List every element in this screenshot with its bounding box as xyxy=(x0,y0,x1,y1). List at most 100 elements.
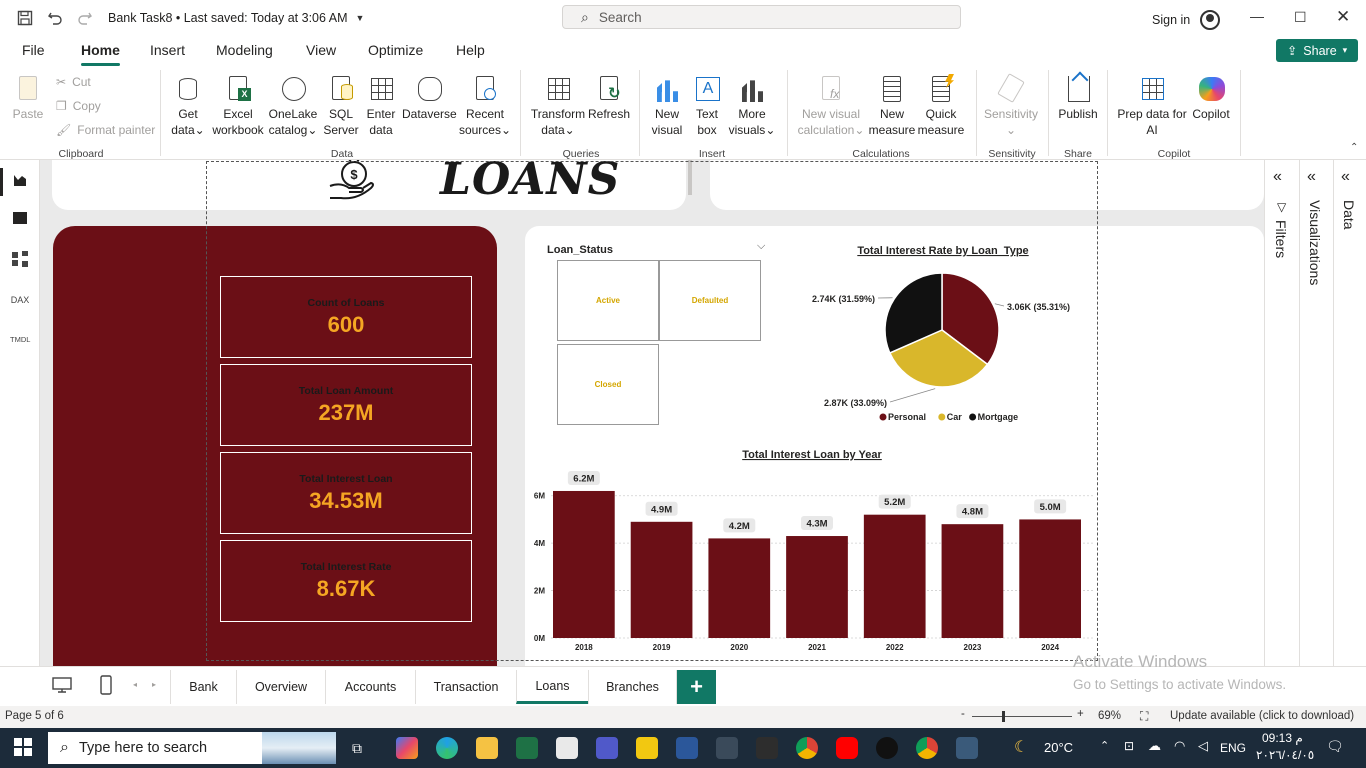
tab-insert[interactable]: Insert xyxy=(150,42,185,58)
update-available-link[interactable]: Update available (click to download) xyxy=(1170,710,1354,722)
transform-data-button[interactable]: Transform data⌄ xyxy=(530,74,586,138)
file-explorer-icon[interactable] xyxy=(476,737,498,759)
kpi-card-total-interest-loan[interactable]: Total Interest Loan 34.53M xyxy=(220,452,472,534)
scroll-right-icon[interactable]: ▸ xyxy=(152,680,156,689)
tab-modeling[interactable]: Modeling xyxy=(216,42,273,58)
new-measure-button[interactable]: New measure xyxy=(868,74,916,138)
slicer-option-active[interactable]: Active xyxy=(557,260,659,341)
pie-chart[interactable]: Total Interest Rate by Loan_Type 3.06K (3… xyxy=(795,234,1095,430)
zoom-slider-thumb[interactable] xyxy=(1002,711,1005,722)
search-box[interactable]: ⌕ Search xyxy=(562,5,961,29)
chrome-icon[interactable] xyxy=(916,737,938,759)
cut-button[interactable]: ✂ Cut xyxy=(56,75,91,89)
desktop-layout-icon[interactable] xyxy=(52,677,72,696)
tray-app-icon[interactable]: ⊡ xyxy=(1124,739,1134,753)
prep-data-ai-button[interactable]: Prep data for AI xyxy=(1114,74,1190,138)
tab-view[interactable]: View xyxy=(306,42,336,58)
slicer-option-closed[interactable]: Closed xyxy=(557,344,659,425)
tab-file[interactable]: File xyxy=(22,42,45,58)
dax-query-view-icon[interactable]: DAX xyxy=(10,290,30,310)
visualizations-pane-label[interactable]: Visualizations xyxy=(1307,200,1323,285)
new-visual-calculation-button[interactable]: fx New visual calculation⌄ xyxy=(796,74,866,138)
page-tab-branches[interactable]: Branches xyxy=(588,670,677,704)
table-view-icon[interactable] xyxy=(10,210,30,230)
app-icon[interactable] xyxy=(956,737,978,759)
mobile-layout-icon[interactable] xyxy=(100,675,112,698)
chevron-down-icon[interactable]: ⌵ xyxy=(757,240,765,253)
scroll-left-icon[interactable]: ◂ xyxy=(133,680,137,689)
page-tab-accounts[interactable]: Accounts xyxy=(325,670,415,704)
share-button[interactable]: ⇪ Share ▾ xyxy=(1276,39,1358,62)
sign-in[interactable]: Sign in xyxy=(1152,10,1221,30)
report-view-icon[interactable] xyxy=(10,172,30,192)
edge-icon[interactable] xyxy=(436,737,458,759)
clock-date[interactable]: ٢٠٢٦/٠٤/٠٥ xyxy=(1256,748,1314,762)
title-scrollbar[interactable] xyxy=(688,160,692,195)
wifi-icon[interactable]: ◠ xyxy=(1174,738,1185,754)
onelake-catalog-button[interactable]: OneLake catalog⌄ xyxy=(268,74,318,138)
zoom-out-button[interactable]: - xyxy=(961,708,965,720)
github-icon[interactable] xyxy=(876,737,898,759)
dataverse-button[interactable]: Dataverse xyxy=(402,74,457,122)
chrome-icon[interactable] xyxy=(796,737,818,759)
kpi-card-total-loan-amount[interactable]: Total Loan Amount 237M xyxy=(220,364,472,446)
app-icon[interactable] xyxy=(676,737,698,759)
get-data-button[interactable]: Get data⌄ xyxy=(166,74,210,138)
add-page-button[interactable]: + xyxy=(677,670,716,704)
model-view-icon[interactable] xyxy=(10,250,30,270)
slicer-option-defaulted[interactable]: Defaulted xyxy=(659,260,761,341)
windows-start-icon[interactable] xyxy=(14,738,32,759)
task-view-icon[interactable]: ⧉ xyxy=(352,740,362,757)
store-icon[interactable] xyxy=(556,737,578,759)
kpi-card-total-interest-rate[interactable]: Total Interest Rate 8.67K xyxy=(220,540,472,622)
page-tab-overview[interactable]: Overview xyxy=(236,670,325,704)
filters-pane-label[interactable]: Filters xyxy=(1273,220,1289,258)
tray-chevron-icon[interactable]: ⌃ xyxy=(1100,739,1109,752)
copilot-button[interactable]: Copilot xyxy=(1188,74,1234,122)
text-box-button[interactable]: A Text box xyxy=(690,74,724,138)
excel-taskbar-icon[interactable] xyxy=(516,737,538,759)
collapse-ribbon-icon[interactable]: ⌃ xyxy=(1350,142,1358,153)
zoom-in-button[interactable]: + xyxy=(1077,708,1084,720)
language-indicator[interactable]: ENG xyxy=(1220,741,1246,755)
cloud-icon[interactable]: ☁ xyxy=(1148,738,1161,754)
publish-button[interactable]: Publish xyxy=(1056,74,1100,122)
close-icon[interactable]: ✕ xyxy=(1336,7,1350,27)
redo-icon[interactable] xyxy=(72,5,98,31)
tab-home[interactable]: Home xyxy=(81,42,120,66)
data-pane-label[interactable]: Data xyxy=(1341,200,1357,230)
expand-filters-icon[interactable]: « xyxy=(1273,168,1282,186)
minimize-icon[interactable]: — xyxy=(1250,8,1264,24)
bar-chart[interactable]: Total Interest Loan by Year 0M 2M 4M 6M 6.2M 2… xyxy=(525,444,1105,654)
youtube-icon[interactable] xyxy=(836,737,858,759)
zoom-slider[interactable] xyxy=(972,716,1072,717)
new-visual-button[interactable]: New visual xyxy=(648,74,686,138)
page-tab-bank[interactable]: Bank xyxy=(170,670,236,704)
notifications-icon[interactable]: 🗨 xyxy=(1326,738,1344,755)
excel-workbook-button[interactable]: X Excel workbook xyxy=(210,74,266,138)
kpi-card-count-of-loans[interactable]: Count of Loans 600 xyxy=(220,276,472,358)
powerbi-taskbar-icon[interactable] xyxy=(636,737,658,759)
title-dropdown-icon[interactable]: ▼ xyxy=(355,13,364,23)
page-tab-transaction[interactable]: Transaction xyxy=(415,670,516,704)
more-visuals-button[interactable]: More visuals⌄ xyxy=(728,74,776,138)
undo-icon[interactable] xyxy=(42,5,68,31)
page-tab-loans[interactable]: Loans xyxy=(516,670,588,704)
paste-button[interactable]: Paste xyxy=(10,74,46,122)
zoom-level[interactable]: 69% xyxy=(1098,710,1121,722)
fit-to-page-icon[interactable]: ⛶ xyxy=(1140,709,1148,724)
maximize-icon[interactable]: ☐ xyxy=(1294,9,1307,26)
copilot-taskbar-icon[interactable] xyxy=(396,737,418,759)
sql-server-button[interactable]: SQL Server xyxy=(322,74,360,138)
taskbar-search[interactable]: ⌕ Type here to search xyxy=(48,732,336,764)
teams-icon[interactable] xyxy=(596,737,618,759)
save-icon[interactable] xyxy=(12,5,38,31)
tab-optimize[interactable]: Optimize xyxy=(368,42,423,58)
copy-button[interactable]: ❐ Copy xyxy=(56,99,101,113)
format-painter-button[interactable]: 🖌 Format painter xyxy=(56,123,155,137)
tmdl-view-icon[interactable]: TMDL xyxy=(10,330,30,350)
sensitivity-button[interactable]: Sensitivity ⌄ xyxy=(982,73,1040,138)
tab-help[interactable]: Help xyxy=(456,42,485,58)
refresh-button[interactable]: ↻ Refresh xyxy=(588,74,630,122)
recent-sources-button[interactable]: Recent sources⌄ xyxy=(458,74,512,138)
